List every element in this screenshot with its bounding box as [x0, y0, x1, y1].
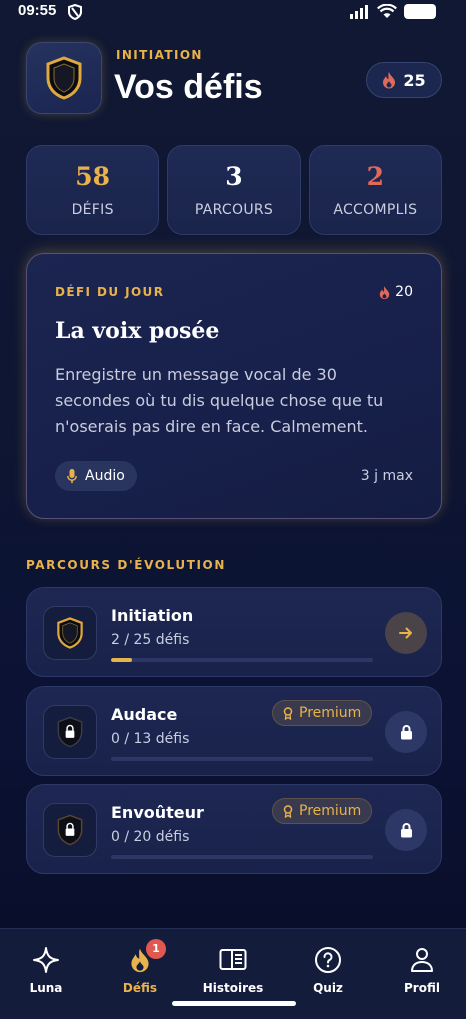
stat-label: PARCOURS [194, 202, 274, 218]
progress-bar [111, 855, 373, 859]
progress-bar [111, 757, 373, 761]
path-name: Envoûteur [111, 803, 204, 822]
daily-eyebrow: DÉFI DU JOUR [55, 285, 165, 299]
nav-label: Profil [404, 981, 440, 995]
header-eyebrow: INITIATION [116, 48, 203, 62]
type-chip: Audio [55, 461, 137, 491]
streak-counter[interactable]: 25 [366, 62, 442, 98]
daily-description: Enregistre un message vocal de 30 second… [55, 365, 384, 436]
nav-label: Quiz [313, 981, 343, 995]
daily-title: La voix posée [55, 318, 220, 344]
shield-icon [46, 56, 82, 100]
arrow-right-icon [399, 627, 412, 639]
bottom-nav: Luna 1 Défis Histoires Quiz Profil [0, 928, 466, 1019]
home-indicator[interactable] [172, 1001, 296, 1006]
path-icon [43, 606, 97, 660]
locked-shield-icon [57, 814, 83, 846]
signal-icon [350, 4, 368, 19]
path-progress: 0 / 20 défis [111, 829, 190, 845]
shield-icon [57, 617, 83, 649]
progress-bar [111, 658, 373, 662]
book-icon [219, 949, 247, 970]
path-progress: 0 / 13 défis [111, 731, 190, 747]
shield-logo [26, 42, 102, 114]
path-icon [43, 803, 97, 857]
locked-button[interactable] [385, 711, 427, 753]
nav-label: Luna [29, 981, 63, 995]
streak-value: 25 [403, 70, 426, 90]
flame-icon [379, 285, 390, 299]
open-path-button[interactable] [385, 612, 427, 654]
chip-label: Audio [85, 468, 125, 484]
notification-badge: 1 [146, 939, 166, 959]
path-card-audace[interactable]: Audace 0 / 13 défis Premium [26, 686, 442, 776]
status-bar: 09:55 [0, 0, 466, 24]
nav-item-profil[interactable]: Profil [382, 945, 462, 995]
daily-challenge-card[interactable]: DÉFI DU JOUR 20 La voix posée Enregistre… [26, 253, 442, 519]
locked-shield-icon [57, 716, 83, 748]
nav-label: Histoires [202, 981, 264, 995]
page-header: INITIATION Vos défis 25 [26, 42, 442, 118]
premium-label: Premium [299, 803, 362, 819]
premium-badge: Premium [272, 700, 373, 726]
section-title: PARCOURS D'ÉVOLUTION [26, 558, 226, 572]
path-card-envouteur[interactable]: Envoûteur 0 / 20 défis Premium [26, 784, 442, 874]
nav-label: Défis [122, 981, 158, 995]
award-icon [283, 706, 293, 720]
battery-icon [404, 4, 436, 19]
path-card-initiation[interactable]: Initiation 2 / 25 défis [26, 587, 442, 677]
stat-accomplis: 2 ACCOMPLIS [308, 145, 442, 235]
path-name: Initiation [111, 606, 194, 625]
stat-value: 2 [366, 162, 385, 191]
lock-icon [400, 822, 412, 837]
daily-points: 20 [379, 284, 413, 300]
award-icon [283, 804, 293, 818]
microphone-icon [67, 468, 77, 483]
page-title: Vos défis [114, 68, 263, 106]
sparkle-icon [33, 947, 59, 973]
premium-badge: Premium [272, 798, 373, 824]
stat-defis: 58 DÉFIS [26, 145, 160, 235]
path-icon [43, 705, 97, 759]
premium-label: Premium [299, 705, 362, 721]
question-icon [315, 947, 341, 973]
stat-parcours: 3 PARCOURS [167, 145, 301, 235]
lock-icon [400, 724, 412, 739]
status-icons [350, 4, 436, 19]
nav-item-luna[interactable]: Luna [6, 945, 86, 995]
path-progress: 2 / 25 défis [111, 632, 190, 648]
wifi-icon [377, 4, 397, 18]
stat-label: ACCOMPLIS [333, 202, 418, 218]
nav-item-histoires[interactable]: Histoires [193, 945, 273, 995]
nav-item-defis[interactable]: 1 Défis [100, 939, 180, 995]
daily-duration: 3 j max [360, 468, 413, 484]
vpn-shield-icon [68, 3, 82, 24]
stat-value: 58 [75, 162, 111, 191]
daily-points-value: 20 [395, 284, 413, 300]
user-icon [411, 948, 433, 972]
stat-value: 3 [225, 162, 243, 191]
path-name: Audace [111, 705, 178, 724]
stat-label: DÉFIS [71, 202, 114, 218]
nav-item-quiz[interactable]: Quiz [288, 945, 368, 995]
progress-fill [111, 658, 132, 662]
locked-button[interactable] [385, 809, 427, 851]
status-time: 09:55 [18, 2, 57, 19]
stats-row: 58 DÉFIS 3 PARCOURS 2 ACCOMPLIS [26, 145, 442, 235]
flame-icon [383, 72, 396, 89]
